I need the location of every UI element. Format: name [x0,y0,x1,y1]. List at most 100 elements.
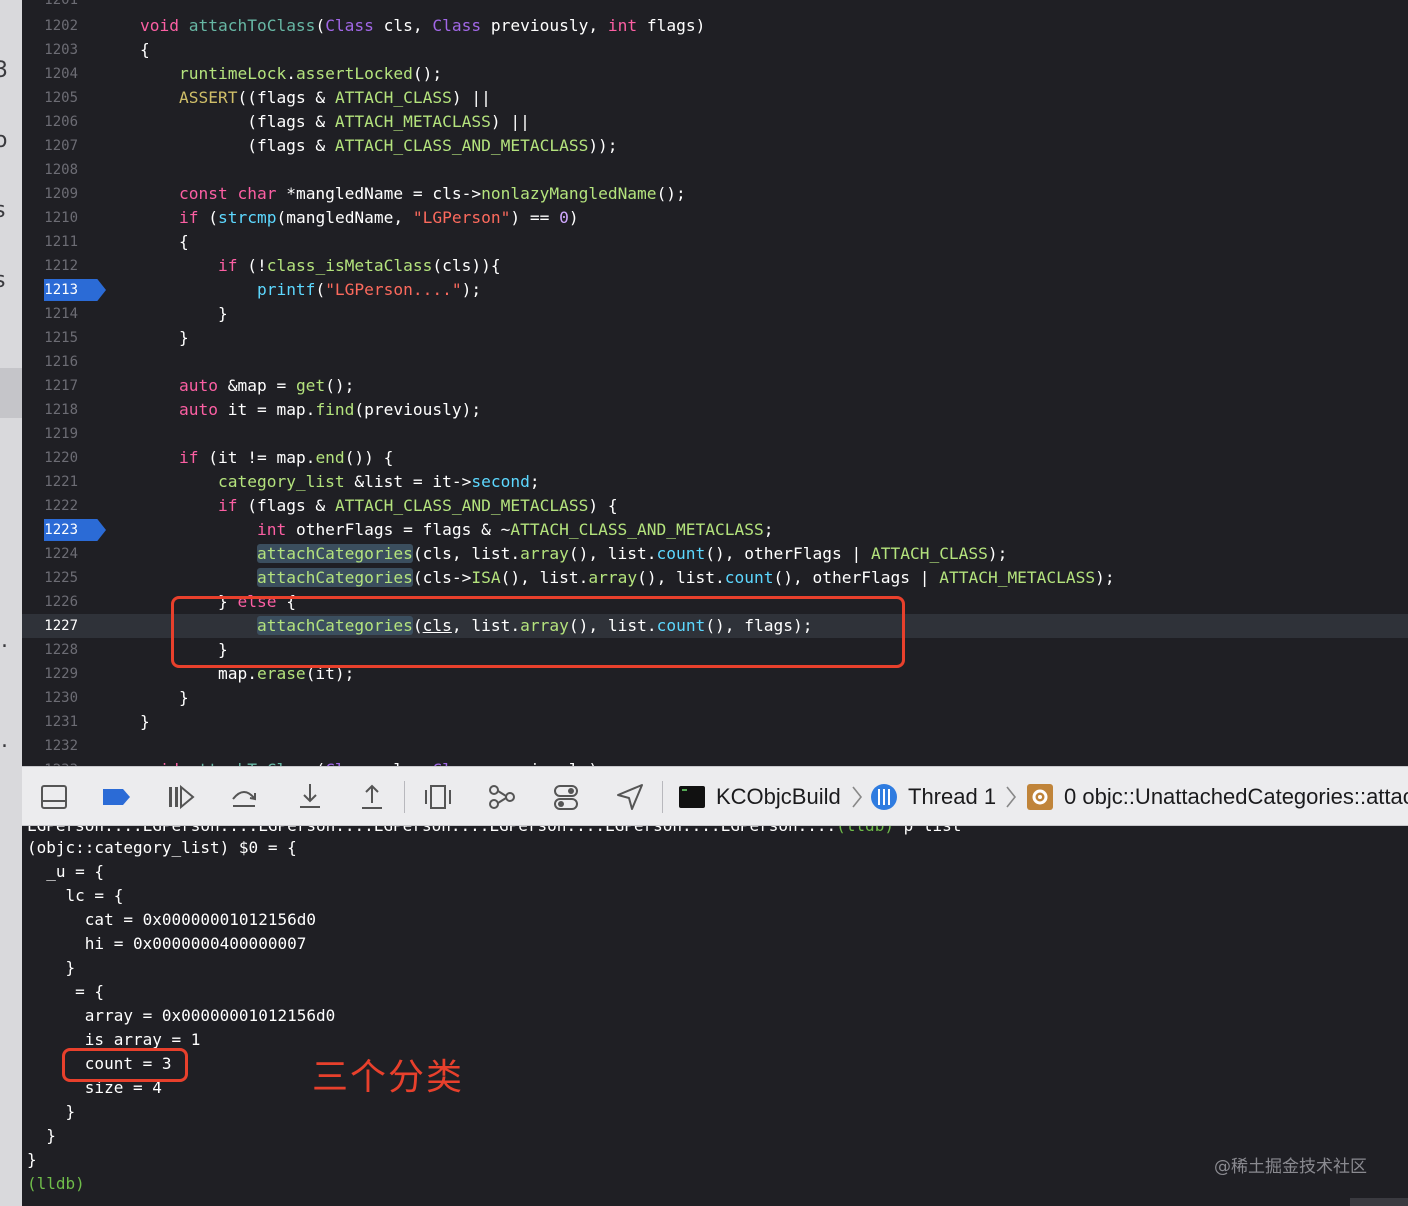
code-line[interactable]: 1201 [22,0,1408,12]
code-line[interactable]: 1214 } [22,302,1408,326]
code-line[interactable]: 1220 if (it != map.end()) { [22,446,1408,470]
line-number[interactable]: 1230 [22,686,78,710]
line-number[interactable]: 1218 [22,398,78,422]
console-line: } [27,1102,76,1121]
step-over-button[interactable] [228,781,260,813]
code-text: } [140,688,189,707]
code-line[interactable]: 1217 auto &map = get(); [22,374,1408,398]
code-text: void attachToClass(Class cls, Class prev… [140,758,598,766]
line-number[interactable]: 1202 [22,14,78,38]
code-line[interactable]: 1218 auto it = map.find(previously); [22,398,1408,422]
line-number[interactable]: 1226 [22,590,78,614]
line-number[interactable]: 1212 [22,254,78,278]
code-line[interactable]: 1211 { [22,230,1408,254]
code-line[interactable]: 1203 { [22,38,1408,62]
line-number[interactable]: 1223 [22,518,78,542]
console-line: _u = { [27,862,105,881]
code-line[interactable]: 1233 void attachToClass(Class cls, Class … [22,758,1408,766]
line-number[interactable]: 1207 [22,134,78,158]
line-number[interactable]: 1201 [22,0,78,12]
line-number[interactable]: 1210 [22,206,78,230]
console-line: hi = 0x0000000400000007 [27,934,307,953]
code-line[interactable]: 1206 (flags & ATTACH_METACLASS) || [22,110,1408,134]
code-line[interactable]: 1202 void attachToClass(Class cls, Class … [22,14,1408,38]
line-number[interactable]: 1208 [22,158,78,182]
code-line[interactable]: 1204 runtimeLock.assertLocked(); [22,62,1408,86]
line-number[interactable]: 1206 [22,110,78,134]
code-line[interactable]: 1208 [22,158,1408,182]
code-text: (flags & ATTACH_CLASS_AND_METACLASS)); [140,136,618,155]
code-text: int otherFlags = flags & ~ATTACH_CLASS_A… [256,520,774,539]
code-line[interactable]: 1205 ASSERT((flags & ATTACH_CLASS) || [22,86,1408,110]
code-text: if (flags & ATTACH_CLASS_AND_METACLASS) … [217,496,618,515]
line-number[interactable]: 1224 [22,542,78,566]
code-line[interactable]: 1230 } [22,686,1408,710]
step-into-button[interactable] [294,781,326,813]
code-line[interactable]: 1231} [22,710,1408,734]
code-line[interactable]: 1225 attachCategories(cls->ISA(), list.a… [22,566,1408,590]
breadcrumb-target[interactable]: KCObjcBuild [716,781,841,813]
code-text: ASSERT((flags & ATTACH_CLASS) || [178,88,491,107]
highlight-box-count [62,1048,188,1082]
chevron-right-icon [1004,781,1018,813]
line-number[interactable]: 1232 [22,734,78,758]
environment-overrides-button[interactable] [550,781,582,813]
code-line[interactable]: 1224 attachCategories(cls, list.array(),… [22,542,1408,566]
code-text: const char *mangledName = cls->nonlazyMa… [178,184,686,203]
line-number[interactable]: 1225 [22,566,78,590]
code-line[interactable]: 1207 (flags & ATTACH_CLASS_AND_METACLASS… [22,134,1408,158]
code-text: auto &map = get(); [178,376,355,395]
code-line[interactable]: 1221 category_list &list = it->second; [22,470,1408,494]
line-number[interactable]: 1221 [22,470,78,494]
left-strip-glyph: . [0,878,22,903]
console-line: = { [27,982,105,1001]
breakpoints-toggle-button[interactable] [100,781,132,813]
toggle-debug-area-button[interactable] [38,781,70,813]
line-number[interactable]: 1229 [22,662,78,686]
step-out-icon [362,784,382,809]
lldb-console[interactable]: LGPerson....LGPerson....LGPerson....LGPe… [22,826,1408,1206]
console-line: array = 0x00000001012156d0 [27,1006,336,1025]
line-number[interactable]: 1211 [22,230,78,254]
line-number[interactable]: 1214 [22,302,78,326]
line-number[interactable]: 1233 [22,758,78,766]
line-number[interactable]: 1231 [22,710,78,734]
step-out-button[interactable] [356,781,388,813]
toolbar-separator [662,781,663,813]
continue-button[interactable] [164,781,196,813]
line-number[interactable]: 1222 [22,494,78,518]
line-number[interactable]: 1205 [22,86,78,110]
line-number[interactable]: 1203 [22,38,78,62]
view-hierarchy-icon [425,785,451,809]
line-number[interactable]: 1227 [22,614,78,638]
code-line[interactable]: 1219 [22,422,1408,446]
code-line[interactable]: 1223 int otherFlags = flags & ~ATTACH_CL… [22,518,1408,542]
line-number[interactable]: 1209 [22,182,78,206]
code-text: printf("LGPerson...."); [256,280,482,299]
code-text: void attachToClass(Class cls, Class prev… [140,16,706,35]
breadcrumb-thread[interactable]: Thread 1 [908,781,996,813]
code-text: attachCategories(cls->ISA(), list.array(… [256,568,1115,587]
code-line[interactable]: 1232 [22,734,1408,758]
debug-view-hierarchy-button[interactable] [422,781,454,813]
code-line[interactable]: 1222 if (flags & ATTACH_CLASS_AND_METACL… [22,494,1408,518]
code-line[interactable]: 1216 [22,350,1408,374]
line-number[interactable]: 1217 [22,374,78,398]
line-number[interactable]: 1204 [22,62,78,86]
breadcrumb-frame[interactable]: 0 objc::UnattachedCategories::attachToCl… [1064,781,1408,813]
code-line[interactable]: 1215 } [22,326,1408,350]
debug-memory-graph-button[interactable] [486,781,518,813]
line-number[interactable]: 1216 [22,350,78,374]
line-number[interactable]: 1219 [22,422,78,446]
line-number[interactable]: 1215 [22,326,78,350]
console-line: cat = 0x00000001012156d0 [27,910,316,929]
line-number[interactable]: 1213 [22,278,78,302]
simulate-location-button[interactable] [614,781,646,813]
code-line[interactable]: 1209 const char *mangledName = cls->nonl… [22,182,1408,206]
line-number[interactable]: 1220 [22,446,78,470]
code-line[interactable]: 1212 if (!class_isMetaClass(cls)){ [22,254,1408,278]
code-line[interactable]: 1210 if (strcmp(mangledName, "LGPerson")… [22,206,1408,230]
line-number[interactable]: 1228 [22,638,78,662]
code-text: runtimeLock.assertLocked(); [178,64,443,83]
code-line[interactable]: 1213 printf("LGPerson...."); [22,278,1408,302]
